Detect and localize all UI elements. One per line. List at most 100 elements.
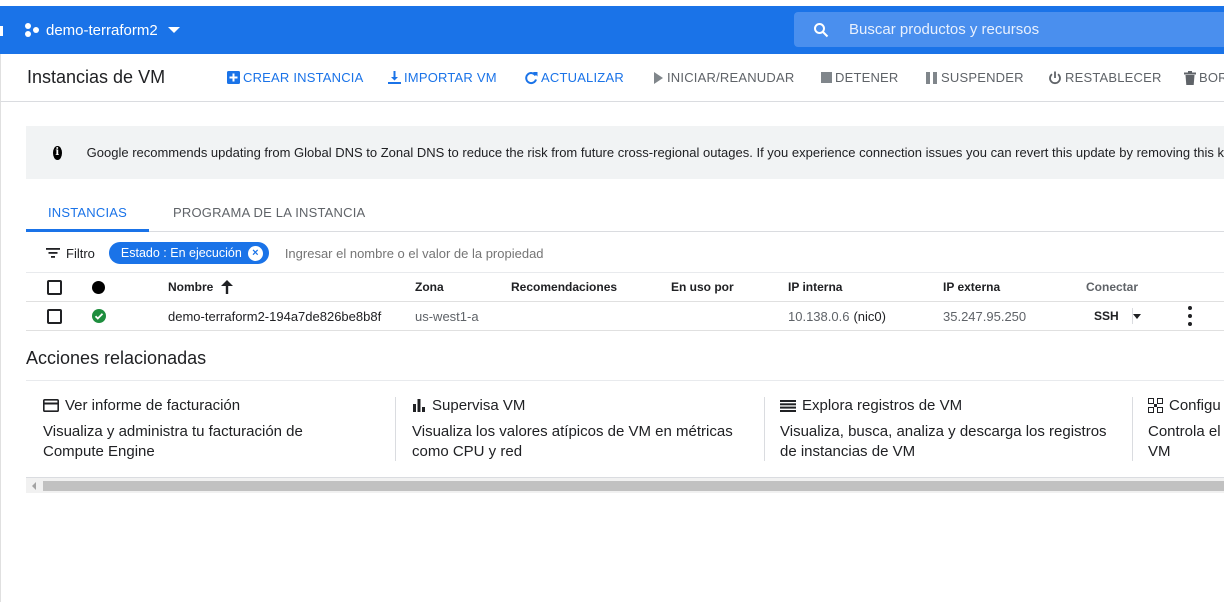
logs-card-title: Explora registros de VM — [802, 397, 963, 414]
row-checkbox[interactable] — [47, 302, 62, 330]
instance-name-link[interactable]: demo-terraform2-194a7de826be8b8f — [168, 302, 381, 330]
search-icon — [813, 22, 829, 38]
tab-instances[interactable]: INSTANCIAS — [26, 196, 149, 232]
related-actions-cards: Ver informe de facturación Visualiza y a… — [26, 380, 1224, 476]
menu-edge[interactable] — [0, 26, 3, 36]
reset-button[interactable]: RESTABLECER — [1048, 70, 1162, 85]
bar-chart-icon — [413, 399, 425, 412]
instance-external-ip[interactable]: 35.247.95.250 — [943, 302, 1026, 330]
horizontal-scrollbar[interactable] — [26, 477, 1224, 493]
monitor-card-line2: como CPU y red — [412, 443, 523, 460]
configure-card-title-row: Configu — [1148, 397, 1224, 414]
import-vm-label: IMPORTAR VM — [404, 70, 497, 85]
column-connect: Conectar — [1086, 280, 1139, 294]
reset-label: RESTABLECER — [1065, 70, 1162, 85]
internal-ip-nic[interactable]: (nic0) — [853, 309, 886, 324]
billing-card[interactable]: Ver informe de facturación Visualiza y a… — [43, 397, 383, 462]
related-actions-title: Acciones relacionadas — [26, 348, 207, 368]
logs-card-line2: de instancias de VM — [780, 443, 916, 460]
running-status-icon — [92, 302, 106, 330]
filter-icon — [46, 248, 60, 258]
column-name[interactable]: Nombre — [168, 273, 234, 301]
logs-card-title-row: Explora registros de VM — [780, 397, 1120, 414]
column-zone[interactable]: Zona — [415, 273, 444, 301]
top-app-bar: demo-terraform2 — [0, 6, 1224, 54]
delete-button[interactable]: BOR — [1184, 70, 1224, 85]
credit-card-icon — [43, 399, 59, 412]
create-instance-button[interactable]: CREAR INSTANCIA — [227, 70, 364, 85]
monitor-card[interactable]: Supervisa VM Visualiza los valores atípi… — [412, 397, 752, 462]
logs-card-line1: Visualiza, busca, analiza y descarga los… — [780, 423, 1107, 440]
close-icon[interactable]: × — [247, 245, 263, 261]
instances-table: Nombre Zona Recomendaciones En uso por I… — [26, 272, 1224, 331]
scrollbar-thumb[interactable] — [43, 481, 1224, 491]
play-icon — [654, 71, 663, 84]
billing-card-line2: Compute Engine — [43, 443, 155, 460]
dns-info-banner: i Google recommends updating from Global… — [26, 126, 1224, 179]
banner-message: Google recommends updating from Global D… — [86, 145, 1224, 160]
filter-bar: Filtro Estado : En ejecución × Ingresar … — [26, 238, 1224, 268]
create-instance-label: CREAR INSTANCIA — [243, 70, 364, 85]
status-header-icon — [92, 273, 105, 301]
stop-button[interactable]: DETENER — [821, 70, 899, 85]
monitor-card-title: Supervisa VM — [432, 397, 526, 414]
ssh-dropdown[interactable] — [1133, 302, 1141, 330]
status-filter-chip[interactable]: Estado : En ejecución × — [108, 242, 269, 264]
logs-card[interactable]: Explora registros de VM Visualiza, busca… — [780, 397, 1120, 462]
refresh-button[interactable]: ACTUALIZAR — [524, 70, 624, 85]
card-divider — [764, 397, 765, 461]
monitor-card-line1: Visualiza los valores atípicos de VM en … — [412, 423, 733, 440]
stop-icon — [821, 72, 832, 83]
column-recommendations[interactable]: Recomendaciones — [511, 273, 617, 301]
configure-card-line1: Controla el — [1148, 423, 1221, 440]
refresh-label: ACTUALIZAR — [541, 70, 624, 85]
list-icon — [780, 399, 796, 412]
search-box[interactable] — [794, 12, 1224, 47]
suspend-button[interactable]: SUSPENDER — [926, 70, 1024, 85]
delete-label: BOR — [1199, 70, 1224, 85]
refresh-icon — [525, 71, 538, 84]
table-row[interactable]: demo-terraform2-194a7de826be8b8f us-west… — [26, 302, 1224, 331]
column-external-ip[interactable]: IP externa — [943, 273, 1000, 301]
card-divider — [1132, 397, 1133, 461]
start-resume-label: INICIAR/REANUDAR — [667, 70, 795, 85]
info-icon: i — [53, 145, 62, 160]
pause-icon — [926, 71, 937, 84]
filter-button[interactable]: Filtro — [46, 246, 95, 261]
configure-card-line2: VM — [1148, 443, 1171, 460]
instance-zone: us-west1-a — [415, 308, 479, 324]
add-box-icon — [227, 71, 240, 84]
ssh-button[interactable]: SSH — [1094, 302, 1119, 330]
status-filter-chip-label: Estado : En ejecución — [120, 246, 242, 260]
suspend-label: SUSPENDER — [941, 70, 1024, 85]
filter-input[interactable]: Ingresar el nombre o el valor de la prop… — [285, 246, 544, 261]
stop-label: DETENER — [835, 70, 899, 85]
scroll-left-icon[interactable] — [32, 482, 36, 490]
import-vm-button[interactable]: IMPORTAR VM — [388, 70, 497, 85]
more-vert-icon[interactable] — [1188, 302, 1192, 330]
tab-bar: INSTANCIAS PROGRAMA DE LA INSTANCIA — [26, 196, 1224, 232]
trash-icon — [1184, 70, 1196, 85]
table-header: Nombre Zona Recomendaciones En uso por I… — [26, 272, 1224, 302]
project-selector[interactable]: demo-terraform2 — [24, 6, 180, 54]
configure-card-title: Configu — [1169, 397, 1221, 414]
start-resume-button[interactable]: INICIAR/REANUDAR — [653, 70, 794, 85]
grid-icon — [1148, 398, 1163, 413]
chevron-down-icon — [1133, 313, 1141, 319]
page-title: Instancias de VM — [27, 67, 166, 87]
column-internal-ip[interactable]: IP interna — [788, 273, 842, 301]
configure-card[interactable]: Configu Controla el VM — [1148, 397, 1224, 462]
power-icon — [1049, 71, 1061, 84]
billing-card-title: Ver informe de facturación — [65, 397, 241, 414]
column-in-use-by[interactable]: En uso por — [671, 273, 734, 301]
select-all-checkbox[interactable] — [47, 273, 62, 301]
project-icon — [24, 22, 40, 38]
card-divider — [395, 397, 396, 461]
search-input[interactable] — [849, 21, 1209, 38]
chevron-down-icon — [167, 27, 180, 33]
column-name-label: Nombre — [168, 280, 214, 294]
download-icon — [388, 71, 401, 84]
tab-instance-schedule[interactable]: PROGRAMA DE LA INSTANCIA — [173, 196, 365, 232]
instance-internal-ip: 10.138.0.6 (nic0) — [788, 302, 886, 330]
internal-ip-value: 10.138.0.6 — [788, 308, 850, 324]
